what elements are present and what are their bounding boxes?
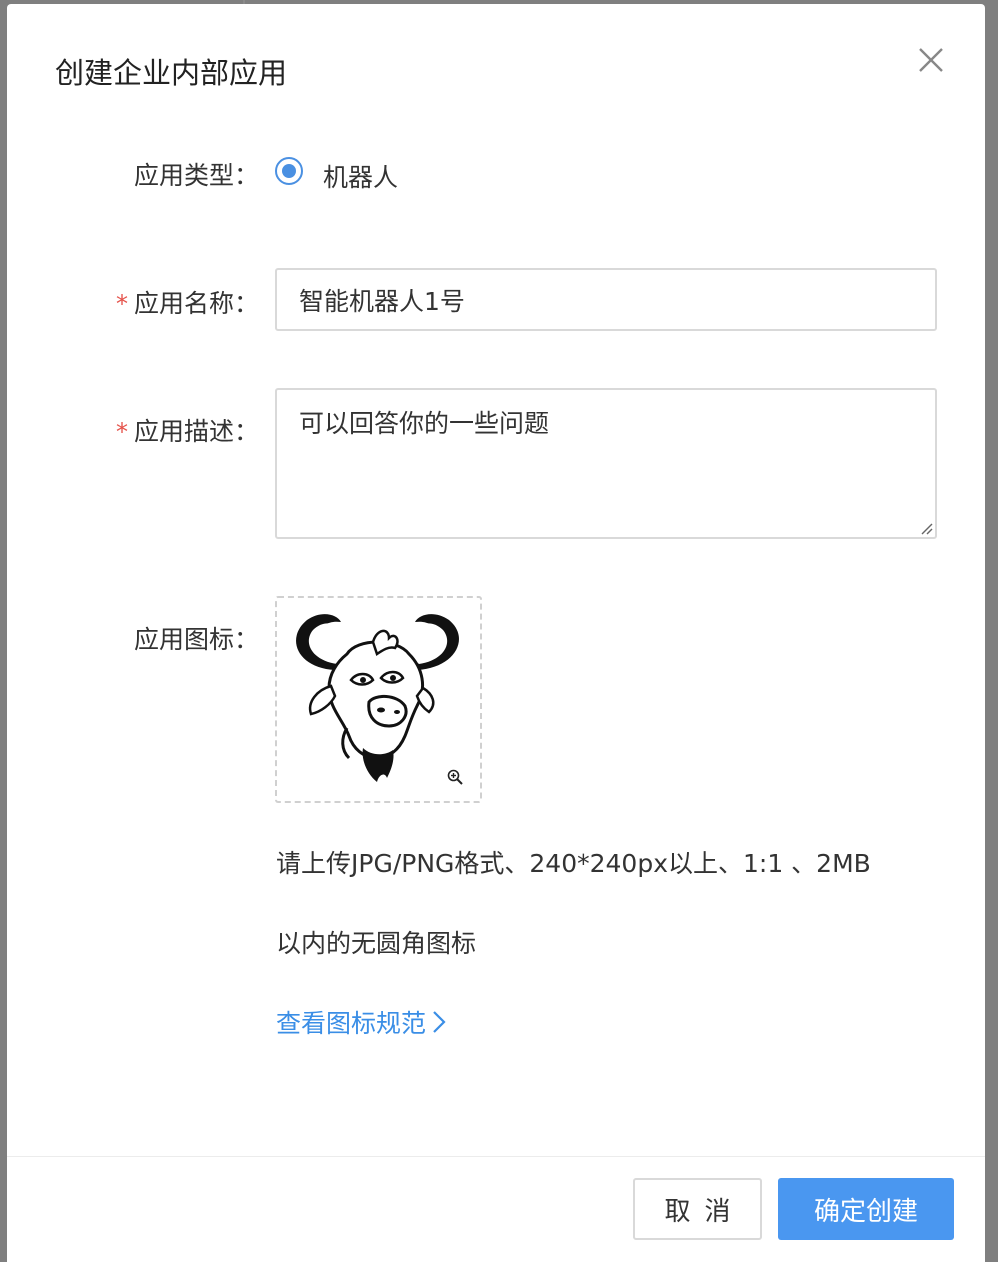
footer-divider — [7, 1156, 985, 1157]
view-icon-guideline-link[interactable]: 查看图标规范 — [276, 1004, 446, 1040]
zoom-in-icon[interactable] — [447, 769, 463, 785]
icon-upload-area[interactable] — [275, 596, 482, 803]
radio-option-robot[interactable]: 机器人 — [323, 158, 398, 194]
chevron-right-icon — [433, 1011, 446, 1033]
required-mark: * — [115, 418, 128, 446]
view-icon-guideline-label: 查看图标规范 — [276, 1009, 427, 1038]
create-app-dialog: 创建企业内部应用 应用类型： 机器人 * 应用名称： 智能机器人1号 * 应用描述：… — [7, 4, 985, 1262]
app-name-label: * 应用名称： — [115, 289, 259, 318]
app-desc-value: 可以回答你的一些问题 — [299, 409, 550, 438]
confirm-create-button[interactable]: 确定创建 — [778, 1178, 954, 1240]
app-type-label: 应用类型： — [133, 161, 259, 190]
app-icon-label: 应用图标： — [133, 625, 259, 654]
app-desc-textarea[interactable]: 可以回答你的一些问题 — [275, 388, 937, 539]
app-desc-label: * 应用描述： — [115, 417, 259, 446]
upload-hint-line2: 以内的无圆角图标 — [276, 929, 477, 958]
cancel-button[interactable]: 取消 — [633, 1178, 762, 1240]
resize-handle-icon[interactable] — [919, 521, 933, 535]
required-mark: * — [115, 290, 128, 318]
dialog-title: 创建企业内部应用 — [55, 56, 288, 90]
radio-selected-icon[interactable] — [275, 157, 303, 185]
close-icon[interactable] — [913, 42, 949, 78]
upload-hint-line1: 请上传JPG/PNG格式、240*240px以上、1:1 、2MB — [276, 849, 871, 878]
app-name-input[interactable]: 智能机器人1号 — [275, 268, 937, 331]
app-name-value: 智能机器人1号 — [299, 286, 465, 316]
